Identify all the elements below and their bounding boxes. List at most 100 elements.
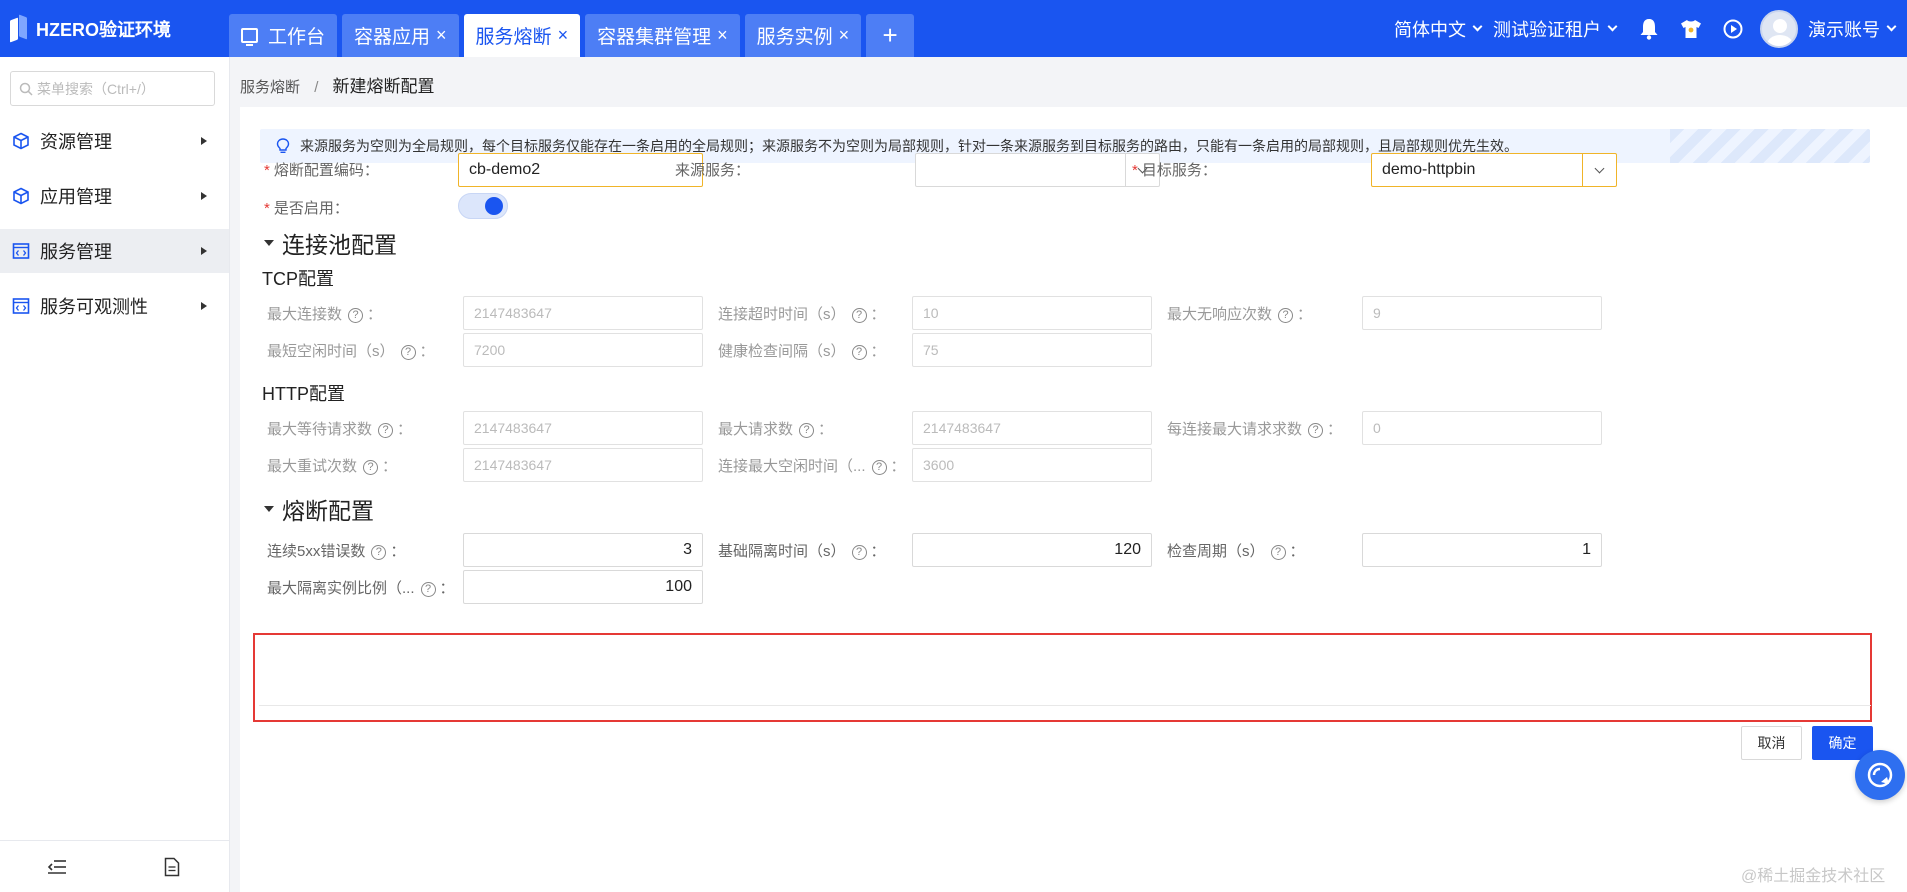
tab-container-apps[interactable]: 容器应用 × bbox=[342, 14, 459, 57]
document-icon[interactable] bbox=[115, 841, 230, 892]
floating-assistant-button[interactable] bbox=[1855, 750, 1905, 800]
close-icon[interactable]: × bbox=[436, 25, 447, 46]
help-icon[interactable]: ? bbox=[1278, 308, 1294, 323]
shirt-icon[interactable] bbox=[1679, 17, 1703, 41]
tab-label: 服务实例 bbox=[756, 27, 833, 48]
close-icon[interactable]: × bbox=[558, 25, 569, 46]
bell-icon[interactable] bbox=[1637, 17, 1661, 41]
add-tab-button[interactable]: + bbox=[866, 14, 915, 57]
app-logo[interactable]: HZERO验证环境 bbox=[10, 0, 171, 57]
max-per-conn-input[interactable]: 0 bbox=[1362, 411, 1602, 445]
help-icon[interactable]: ? bbox=[851, 308, 867, 323]
code-window-icon bbox=[12, 298, 30, 314]
code-label: * 熔断配置编码： bbox=[264, 162, 379, 179]
top-navigation-bar: HZERO验证环境 工作台 容器应用 × 服务熔断 × 容器集群管理 × 服务实… bbox=[0, 0, 1907, 57]
breadcrumb-separator: / bbox=[314, 79, 319, 96]
account-menu[interactable]: 演示账号 bbox=[1808, 16, 1897, 42]
max-no-response-label: 最大无响应次数?： bbox=[1167, 306, 1313, 323]
menu-search-box bbox=[10, 71, 215, 106]
tab-workbench[interactable]: 工作台 bbox=[229, 14, 338, 57]
sidebar-item-service-management[interactable]: 服务管理 bbox=[0, 229, 229, 273]
help-icon[interactable]: ? bbox=[1270, 545, 1286, 560]
enabled-toggle[interactable] bbox=[458, 193, 508, 219]
monitor-icon bbox=[241, 28, 258, 46]
breadcrumb-parent[interactable]: 服务熔断 bbox=[240, 79, 300, 96]
tab-label: 工作台 bbox=[268, 27, 326, 48]
avatar[interactable] bbox=[1760, 9, 1798, 48]
section-connection-pool[interactable]: 连接池配置 bbox=[261, 226, 397, 260]
health-interval-label: 健康检查间隔（s）?： bbox=[718, 343, 886, 360]
help-icon[interactable]: ? bbox=[871, 460, 887, 475]
section-circuit-breaker[interactable]: 熔断配置 bbox=[261, 492, 374, 526]
account-label: 演示账号 bbox=[1808, 19, 1880, 40]
tab-bar: 工作台 容器应用 × 服务熔断 × 容器集群管理 × 服务实例 × + bbox=[229, 14, 919, 57]
max-no-response-input[interactable]: 9 bbox=[1362, 296, 1602, 330]
min-idle-time-label: 最短空闲时间（s）?： bbox=[267, 343, 435, 360]
max-pending-input[interactable]: 2147483647 bbox=[463, 411, 703, 445]
help-icon[interactable]: ? bbox=[371, 545, 387, 560]
menu-search-input[interactable] bbox=[37, 80, 207, 97]
help-icon[interactable]: ? bbox=[799, 423, 815, 438]
source-service-select[interactable] bbox=[915, 153, 1160, 187]
help-icon[interactable]: ? bbox=[851, 345, 867, 360]
close-icon[interactable]: × bbox=[839, 25, 850, 46]
play-circle-icon[interactable] bbox=[1721, 17, 1745, 41]
source-service-label: 来源服务： bbox=[675, 162, 751, 179]
target-service-label: * 目标服务： bbox=[1132, 162, 1217, 179]
http-config-title: HTTP配置 bbox=[262, 384, 345, 404]
help-icon[interactable]: ? bbox=[400, 345, 416, 360]
tcp-config-title: TCP配置 bbox=[262, 269, 334, 289]
max-idle-input[interactable]: 3600 bbox=[912, 448, 1152, 482]
tab-cluster-management[interactable]: 容器集群管理 × bbox=[585, 14, 740, 57]
help-icon[interactable]: ? bbox=[363, 460, 379, 475]
footer-divider bbox=[259, 705, 1871, 706]
max-retries-label: 最大重试次数?： bbox=[267, 458, 398, 475]
chevron-down-icon bbox=[1582, 154, 1616, 186]
max-requests-input[interactable]: 2147483647 bbox=[912, 411, 1152, 445]
consecutive-5xx-label: 连续5xx错误数?： bbox=[267, 543, 406, 560]
tenant-selector[interactable]: 测试验证租户 bbox=[1493, 16, 1618, 42]
connect-timeout-input[interactable]: 10 bbox=[912, 296, 1152, 330]
max-retries-input[interactable]: 2147483647 bbox=[463, 448, 703, 482]
required-mark: * bbox=[264, 200, 270, 217]
chevron-down-icon bbox=[1472, 21, 1483, 32]
target-service-select[interactable]: demo-httpbin bbox=[1371, 153, 1617, 187]
required-mark: * bbox=[264, 162, 270, 179]
language-selector[interactable]: 简体中文 bbox=[1394, 16, 1483, 42]
code-window-icon bbox=[12, 243, 30, 259]
code-input[interactable]: cb-demo2 bbox=[458, 153, 703, 187]
search-icon bbox=[19, 82, 33, 96]
tab-circuit-breaker[interactable]: 服务熔断 × bbox=[463, 14, 581, 57]
help-icon[interactable]: ? bbox=[348, 308, 364, 323]
sidebar-item-resource-management[interactable]: 资源管理 bbox=[0, 119, 229, 163]
max-connections-input[interactable]: 2147483647 bbox=[463, 296, 703, 330]
collapse-menu-icon[interactable] bbox=[0, 841, 115, 892]
max-ejection-input[interactable]: 100 bbox=[463, 570, 703, 604]
max-requests-label: 最大请求数?： bbox=[718, 421, 834, 438]
help-icon[interactable]: ? bbox=[1308, 423, 1324, 438]
target-service-value: demo-httpbin bbox=[1382, 161, 1476, 178]
caret-right-icon bbox=[201, 137, 207, 145]
tab-service-instances[interactable]: 服务实例 × bbox=[744, 14, 862, 57]
caret-right-icon bbox=[201, 192, 207, 200]
sidebar-item-app-management[interactable]: 应用管理 bbox=[0, 174, 229, 218]
tab-label: 容器应用 bbox=[354, 27, 431, 48]
help-icon[interactable]: ? bbox=[378, 423, 394, 438]
chevron-down-icon bbox=[1886, 21, 1897, 32]
help-icon[interactable]: ? bbox=[851, 545, 867, 560]
highlight-box bbox=[253, 633, 1872, 722]
health-interval-input[interactable]: 75 bbox=[912, 333, 1152, 367]
language-label: 简体中文 bbox=[1394, 19, 1466, 40]
sidebar-item-label: 服务管理 bbox=[40, 242, 112, 262]
cancel-button[interactable]: 取消 bbox=[1741, 726, 1802, 760]
max-connections-label: 最大连接数?： bbox=[267, 306, 383, 323]
check-interval-input[interactable]: 1 bbox=[1362, 533, 1602, 567]
base-ejection-input[interactable]: 120 bbox=[912, 533, 1152, 567]
sidebar-item-observability[interactable]: 服务可观测性 bbox=[0, 284, 229, 328]
consecutive-5xx-input[interactable]: 3 bbox=[463, 533, 703, 567]
min-idle-time-input[interactable]: 7200 bbox=[463, 333, 703, 367]
required-mark: * bbox=[1132, 162, 1138, 179]
help-icon[interactable]: ? bbox=[420, 582, 436, 597]
close-icon[interactable]: × bbox=[717, 25, 728, 46]
caret-right-icon bbox=[201, 302, 207, 310]
